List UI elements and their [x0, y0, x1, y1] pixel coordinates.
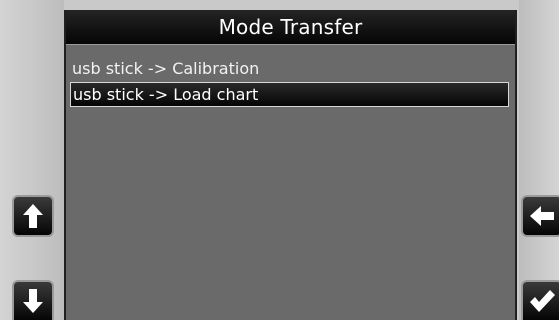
scroll-down-button[interactable] — [12, 280, 54, 320]
list-item-calibration[interactable]: usb stick -> Calibration — [70, 56, 509, 81]
back-button[interactable] — [521, 195, 559, 237]
confirm-button[interactable] — [521, 280, 559, 320]
list-item-load-chart[interactable]: usb stick -> Load chart — [70, 82, 509, 107]
scroll-up-button[interactable] — [12, 195, 54, 237]
transfer-mode-list: usb stick -> Calibration usb stick -> Lo… — [66, 45, 515, 107]
checkmark-icon — [530, 290, 555, 312]
page-title: Mode Transfer — [218, 15, 363, 39]
left-bezel — [0, 0, 64, 320]
arrow-down-icon — [23, 289, 43, 313]
arrow-up-icon — [23, 204, 43, 228]
arrow-left-icon — [530, 206, 554, 226]
right-bezel — [519, 0, 559, 320]
main-screen: Mode Transfer usb stick -> Calibration u… — [64, 10, 517, 320]
title-bar: Mode Transfer — [66, 10, 515, 45]
list-item-label: usb stick -> Load chart — [73, 85, 259, 104]
list-item-label: usb stick -> Calibration — [72, 59, 260, 78]
